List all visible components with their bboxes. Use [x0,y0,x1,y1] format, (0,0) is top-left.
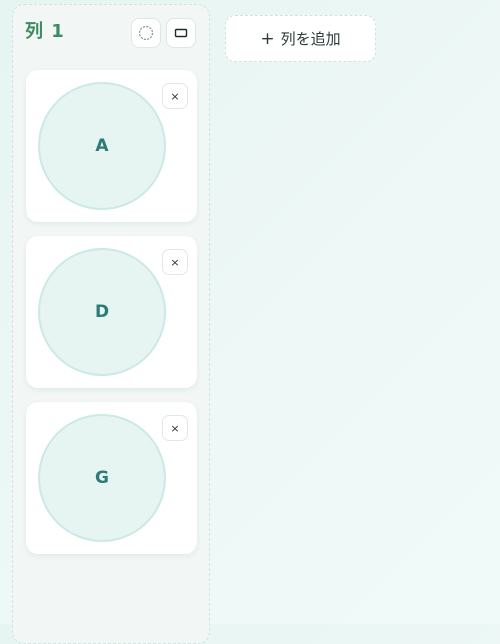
card-circle: G [38,414,166,542]
plus-icon: + [260,28,275,49]
remove-card-button[interactable]: × [162,415,188,441]
close-icon: × [170,89,180,103]
card-label: D [94,302,110,322]
card-label: A [95,136,109,156]
column-title: 列 1 [25,21,65,42]
column-header: 列 1 [13,5,209,61]
remove-card-button[interactable]: × [162,83,188,109]
column-1: 列 1 A × D × G × [12,4,210,644]
rectangle-shape-button[interactable] [166,18,196,48]
card-g[interactable]: G × [26,402,197,554]
card-label: G [95,468,109,488]
card-circle: D [38,248,166,376]
card-d[interactable]: D × [26,236,197,388]
add-column-button[interactable]: + 列を追加 [225,15,376,62]
remove-card-button[interactable]: × [162,249,188,275]
rectangle-outline-icon [174,28,188,38]
close-icon: × [170,255,180,269]
circle-shape-button[interactable] [131,18,161,48]
circle-outline-icon [138,25,154,41]
add-column-label: 列を追加 [280,30,341,48]
card-circle: A [38,82,166,210]
close-icon: × [170,421,180,435]
card-a[interactable]: A × [26,70,197,222]
